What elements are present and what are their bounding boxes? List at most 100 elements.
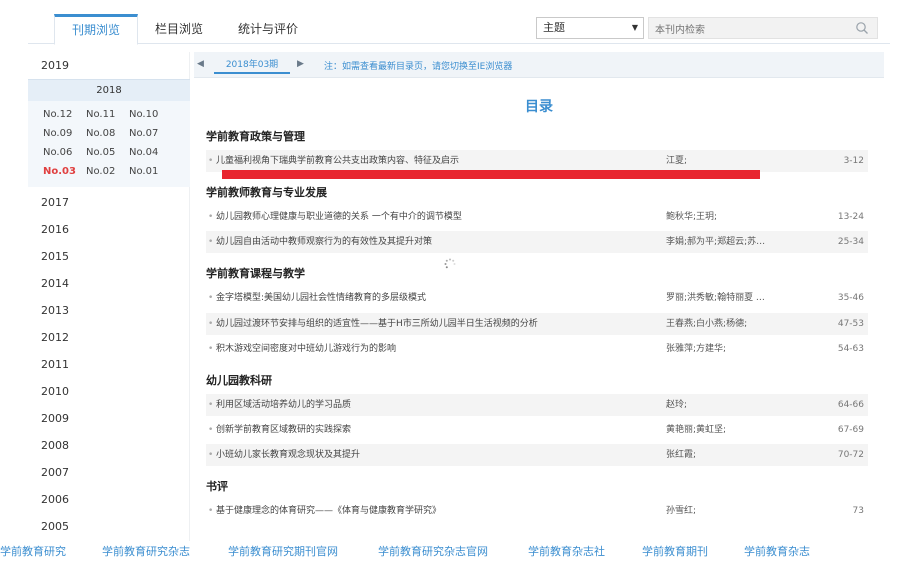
issue-link[interactable]: No.05 xyxy=(86,143,129,162)
search-icon[interactable] xyxy=(855,21,869,35)
bullet-icon: • xyxy=(208,450,214,460)
article-row[interactable]: • 幼儿园自由活动中教师观察行为的有效性及其提升对策 李娟;郝为平;郑超云;苏…… xyxy=(206,231,868,253)
prev-issue-icon[interactable]: ◀ xyxy=(197,59,204,69)
article-authors: 王春燕;白小燕;杨德; xyxy=(666,319,748,329)
bullet-icon: • xyxy=(208,400,214,410)
article-title[interactable]: 金字塔模型:美国幼儿园社会性情绪教育的多层级模式 xyxy=(216,287,656,309)
article-authors: 张红霞; xyxy=(666,450,697,460)
search-field-select-value: 主题 xyxy=(543,21,565,34)
issue-link[interactable]: No.04 xyxy=(129,143,172,162)
footer-link[interactable]: 学前教育研究杂志 xyxy=(102,543,190,559)
issue-link[interactable]: No.12 xyxy=(43,105,86,124)
year-item[interactable]: 2012 xyxy=(28,324,189,351)
issue-link[interactable]: No.01 xyxy=(129,162,172,181)
bullet-icon: • xyxy=(208,319,214,329)
section-title: 书评 xyxy=(206,480,228,493)
year-item-2019[interactable]: 2019 xyxy=(28,52,189,79)
year-item[interactable]: 2016 xyxy=(28,216,189,243)
article-row[interactable]: • 创新学前教育区域教研的实践探索 黄艳丽;黄虹坚; 67-69 xyxy=(206,419,868,441)
issue-link[interactable]: No.02 xyxy=(86,162,129,181)
article-title[interactable]: 幼儿园过渡环节安排与组织的适宜性——基于H市三所幼儿园半日生活视频的分析 xyxy=(216,313,656,335)
tab-statistics[interactable]: 统计与评价 xyxy=(226,14,310,44)
issue-link[interactable]: No.07 xyxy=(129,124,172,143)
footer-link[interactable]: 学前教育期刊 xyxy=(642,543,708,559)
article-authors: 赵玲; xyxy=(666,400,688,410)
issue-link[interactable]: No.08 xyxy=(86,124,129,143)
issue-link[interactable]: No.11 xyxy=(86,105,129,124)
article-title[interactable]: 创新学前教育区域教研的实践探索 xyxy=(216,419,656,441)
section-title: 学前教育课程与教学 xyxy=(206,267,305,280)
article-authors: 江夏; xyxy=(666,156,688,166)
bullet-icon: • xyxy=(208,237,214,247)
year-item[interactable]: 2009 xyxy=(28,405,189,432)
year-item[interactable]: 2007 xyxy=(28,459,189,486)
year-item[interactable]: 2008 xyxy=(28,432,189,459)
article-pages: 70-72 xyxy=(837,450,864,460)
year-item[interactable]: 2017 xyxy=(28,189,189,216)
article-title[interactable]: 小班幼儿家长教育观念现状及其提升 xyxy=(216,444,656,466)
article-title[interactable]: 基于健康理念的体育研究——《体育与健康教育学研究》 xyxy=(216,500,656,522)
year-item-2018[interactable]: 2018 xyxy=(28,79,190,101)
toc-content: ◀ 2018年03期 ▶ 注：如需查看最新目录页，请您切换至IE浏览器 目录 学… xyxy=(194,52,884,542)
article-title[interactable]: 幼儿园自由活动中教师观察行为的有效性及其提升对策 xyxy=(216,231,656,253)
article-row[interactable]: • 儿童福利视角下瑞典学前教育公共支出政策内容、特征及启示 江夏; 3-12 xyxy=(206,150,868,172)
issue-grid: No.12 No.11 No.10 No.09 No.08 No.07 No.0… xyxy=(28,105,190,181)
article-authors: 黄艳丽;黄虹坚; xyxy=(666,425,727,435)
article-row[interactable]: • 积木游戏空间密度对中班幼儿游戏行为的影响 张雅萍;方建华; 54-63 xyxy=(206,338,868,360)
year-item[interactable]: 2010 xyxy=(28,378,189,405)
article-pages: 3-12 xyxy=(843,156,864,166)
article-row[interactable]: • 小班幼儿家长教育观念现状及其提升 张红霞; 70-72 xyxy=(206,444,868,466)
bullet-icon: • xyxy=(208,156,214,166)
article-row[interactable]: • 幼儿园教师心理健康与职业道德的关系 一个有中介的调节模型 鲍秋华;王玥; 1… xyxy=(206,206,868,228)
section-title: 学前教师教育与专业发展 xyxy=(206,186,327,199)
bullet-icon: • xyxy=(208,506,214,516)
section-title: 学前教育政策与管理 xyxy=(206,130,305,143)
article-authors: 张雅萍;方建华; xyxy=(666,344,727,354)
tab-column-browse[interactable]: 栏目浏览 xyxy=(146,14,212,44)
article-authors: 孙雪红; xyxy=(666,506,697,516)
year-item[interactable]: 2015 xyxy=(28,243,189,270)
footer-link[interactable]: 学前教育杂志社 xyxy=(528,543,605,559)
article-pages: 67-69 xyxy=(837,425,864,435)
year-item[interactable]: 2005 xyxy=(28,513,189,540)
article-title[interactable]: 幼儿园教师心理健康与职业道德的关系 一个有中介的调节模型 xyxy=(216,206,656,228)
year-panel-2018: 2018 No.12 No.11 No.10 No.09 No.08 No.07… xyxy=(28,79,190,187)
article-title[interactable]: 利用区域活动培养幼儿的学习品质 xyxy=(216,394,656,416)
article-pages: 35-46 xyxy=(837,293,864,303)
article-title[interactable]: 儿童福利视角下瑞典学前教育公共支出政策内容、特征及启示 xyxy=(216,150,656,172)
top-tab-bar: 刊期浏览 栏目浏览 统计与评价 主题 ▼ xyxy=(28,8,890,45)
article-row[interactable]: • 幼儿园过渡环节安排与组织的适宜性——基于H市三所幼儿园半日生活视频的分析 王… xyxy=(206,313,868,335)
year-item[interactable]: 2014 xyxy=(28,270,189,297)
search-input[interactable] xyxy=(649,20,839,41)
footer-link[interactable]: 学前教育研究杂志官网 xyxy=(378,543,488,559)
current-issue-label: 2018年03期 xyxy=(214,56,290,74)
article-pages: 64-66 xyxy=(837,400,864,410)
footer-link[interactable]: 学前教育杂志 xyxy=(744,543,810,559)
year-item[interactable]: 2006 xyxy=(28,486,189,513)
issue-link[interactable]: No.10 xyxy=(129,105,172,124)
search-box xyxy=(648,17,878,41)
issue-link[interactable]: No.06 xyxy=(43,143,86,162)
article-row[interactable]: • 利用区域活动培养幼儿的学习品质 赵玲; 64-66 xyxy=(206,394,868,416)
article-row[interactable]: • 金字塔模型:美国幼儿园社会性情绪教育的多层级模式 罗丽;洪秀敏;翰特丽夏 …… xyxy=(206,287,868,309)
bullet-icon: • xyxy=(208,425,214,435)
loading-spinner-icon xyxy=(444,258,456,269)
tab-issue-browse[interactable]: 刊期浏览 xyxy=(54,14,138,45)
browser-note: 注：如需查看最新目录页，请您切换至IE浏览器 xyxy=(324,62,513,72)
year-item[interactable]: 2013 xyxy=(28,297,189,324)
issue-link-current[interactable]: No.03 xyxy=(43,162,86,181)
footer-link[interactable]: 学前教育研究期刊官网 xyxy=(228,543,338,559)
year-sidebar: 2019 2018 No.12 No.11 No.10 No.09 No.08 … xyxy=(28,52,190,542)
issue-link[interactable]: No.09 xyxy=(43,124,86,143)
footer-link[interactable]: 学前教育研究 xyxy=(0,543,66,559)
article-authors: 罗丽;洪秀敏;翰特丽夏 … xyxy=(666,293,765,303)
article-row[interactable]: • 基于健康理念的体育研究——《体育与健康教育学研究》 孙雪红; 73 xyxy=(206,500,868,522)
year-item[interactable]: 2011 xyxy=(28,351,189,378)
section-title: 幼儿园教科研 xyxy=(206,374,272,387)
article-pages: 25-34 xyxy=(837,237,864,247)
search-field-select[interactable]: 主题 ▼ xyxy=(536,17,644,39)
article-title[interactable]: 积木游戏空间密度对中班幼儿游戏行为的影响 xyxy=(216,338,656,360)
article-pages: 47-53 xyxy=(837,319,864,329)
next-issue-icon[interactable]: ▶ xyxy=(297,59,304,69)
toc-title: 目录 xyxy=(525,99,553,115)
